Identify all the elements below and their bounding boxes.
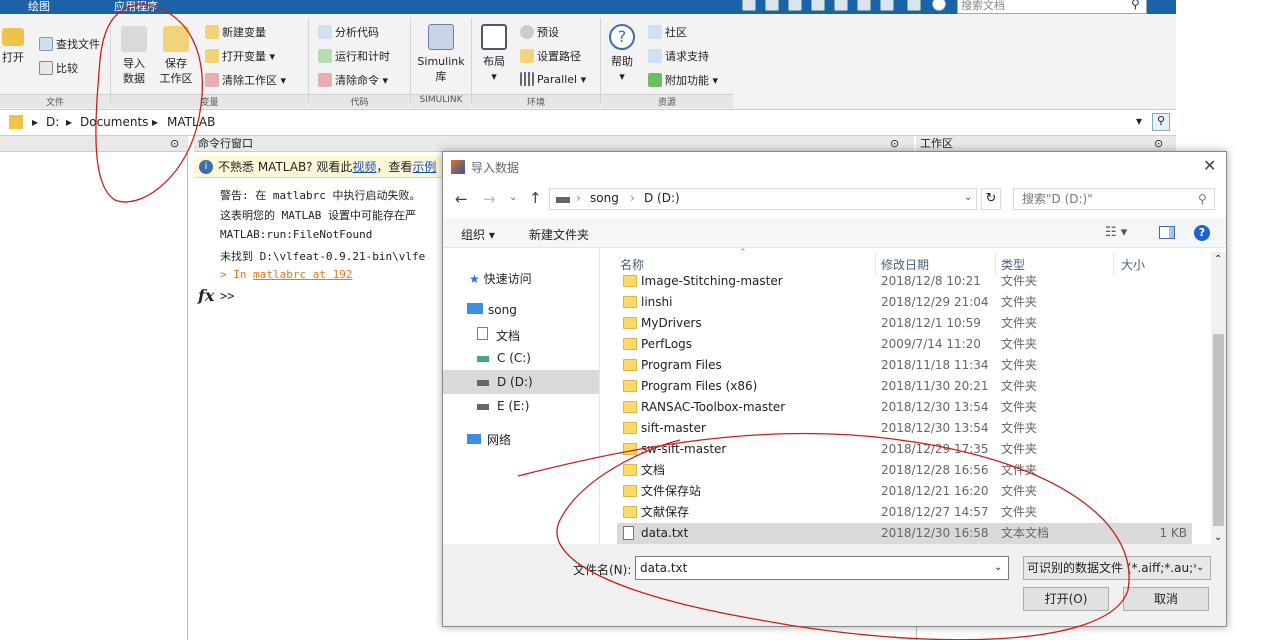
red-annotation-strokes: [95, 3, 1130, 640]
